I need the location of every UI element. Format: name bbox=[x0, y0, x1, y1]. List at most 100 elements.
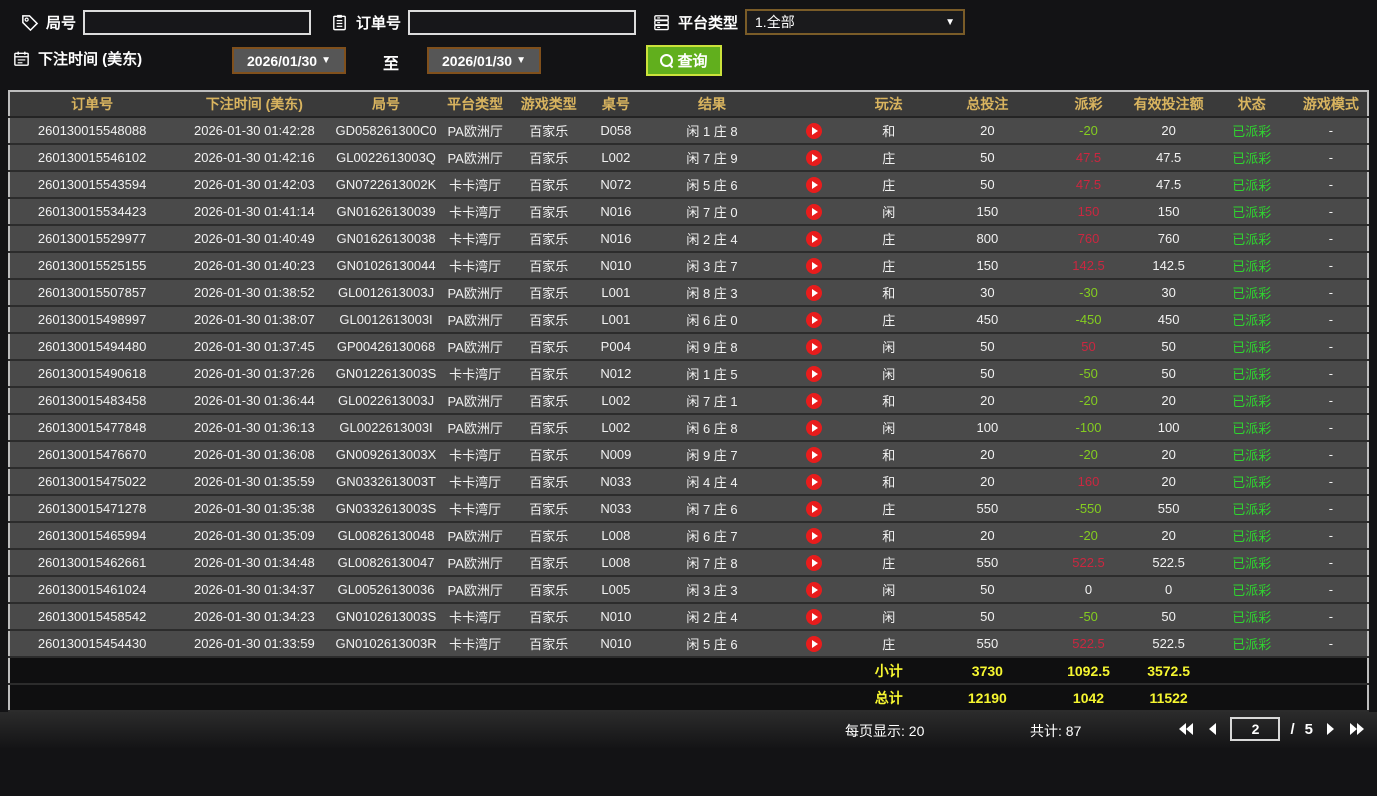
cell-time: 2026-01-30 01:36:44 bbox=[174, 387, 335, 415]
cell-valid-bet: 0 bbox=[1128, 576, 1209, 604]
cell-result: 闲 2 庄 4 bbox=[646, 225, 778, 253]
play-icon[interactable] bbox=[806, 311, 823, 328]
date-to-picker[interactable]: 2026/01/30 ▼ bbox=[427, 47, 541, 74]
cell-icon bbox=[777, 414, 852, 442]
date-to-value: 2026/01/30 bbox=[442, 52, 513, 69]
chevron-down-icon: ▼ bbox=[321, 55, 331, 66]
cell-icon bbox=[777, 117, 852, 145]
cell-bet-type: 闲 bbox=[851, 198, 927, 226]
cell-order: 260130015454430 bbox=[9, 630, 175, 658]
play-icon[interactable] bbox=[806, 176, 823, 193]
col-order: 订单号 bbox=[9, 91, 175, 118]
cell-status: 已派彩 bbox=[1208, 333, 1295, 361]
page-number-input[interactable] bbox=[1230, 717, 1281, 741]
cell-payout: 50 bbox=[1048, 333, 1129, 361]
cell-platform: PA欧洲厅 bbox=[437, 144, 513, 172]
cell-mode: - bbox=[1294, 225, 1368, 253]
cell-bet-type: 和 bbox=[851, 387, 927, 415]
cell-round: GD058261300C0 bbox=[334, 117, 438, 145]
cell-platform: PA欧洲厅 bbox=[437, 414, 513, 442]
cell-table-no: N010 bbox=[584, 603, 647, 631]
cell-valid-bet: 760 bbox=[1128, 225, 1209, 253]
cell-platform: PA欧洲厅 bbox=[437, 279, 513, 307]
cell-bet-type: 闲 bbox=[851, 360, 927, 388]
last-page-icon[interactable] bbox=[1349, 722, 1365, 736]
cell-time: 2026-01-30 01:42:16 bbox=[174, 144, 335, 172]
cell-order: 260130015543594 bbox=[9, 171, 175, 199]
total-row-cell: 12190 bbox=[926, 684, 1049, 712]
cell-round: GN0122613003S bbox=[334, 360, 438, 388]
play-icon[interactable] bbox=[806, 257, 823, 274]
subtotal-row-cell bbox=[512, 657, 585, 685]
cell-round: GL0022613003I bbox=[334, 414, 438, 442]
play-icon[interactable] bbox=[806, 122, 823, 139]
cell-result: 闲 6 庄 0 bbox=[646, 306, 778, 334]
play-icon[interactable] bbox=[806, 581, 823, 598]
date-from-picker[interactable]: 2026/01/30 ▼ bbox=[232, 47, 346, 74]
play-icon[interactable] bbox=[806, 446, 823, 463]
cell-icon bbox=[777, 495, 852, 523]
prev-page-icon[interactable] bbox=[1204, 722, 1220, 736]
cell-platform: 卡卡湾厅 bbox=[437, 495, 513, 523]
total-row-cell: 11522 bbox=[1128, 684, 1209, 712]
play-icon[interactable] bbox=[806, 635, 823, 652]
col-valid-bet: 有效投注额 bbox=[1128, 91, 1209, 118]
cell-status: 已派彩 bbox=[1208, 603, 1295, 631]
next-page-icon[interactable] bbox=[1323, 722, 1339, 736]
cell-game: 百家乐 bbox=[512, 252, 585, 280]
cell-valid-bet: 20 bbox=[1128, 468, 1209, 496]
cell-order: 260130015461024 bbox=[9, 576, 175, 604]
cell-status: 已派彩 bbox=[1208, 576, 1295, 604]
cell-table-no: N033 bbox=[584, 495, 647, 523]
play-icon[interactable] bbox=[806, 419, 823, 436]
cell-time: 2026-01-30 01:36:13 bbox=[174, 414, 335, 442]
cell-mode: - bbox=[1294, 360, 1368, 388]
cell-time: 2026-01-30 01:38:52 bbox=[174, 279, 335, 307]
total-row-cell: 1042 bbox=[1048, 684, 1129, 712]
cell-total-bet: 50 bbox=[926, 576, 1049, 604]
platform-select[interactable]: 1.全部 ▼ bbox=[745, 9, 966, 35]
cell-table-no: L001 bbox=[584, 279, 647, 307]
col-platform: 平台类型 bbox=[437, 91, 513, 118]
cell-table-no: N009 bbox=[584, 441, 647, 469]
cell-result: 闲 7 庄 0 bbox=[646, 198, 778, 226]
cell-bet-type: 庄 bbox=[851, 549, 927, 577]
cell-bet-type: 庄 bbox=[851, 225, 927, 253]
table-row: 260130015490618 2026-01-30 01:37:26 GN0122… bbox=[9, 360, 1368, 388]
col-game-type: 游戏类型 bbox=[512, 91, 585, 118]
play-icon[interactable] bbox=[806, 149, 823, 166]
play-icon[interactable] bbox=[806, 203, 823, 220]
order-input[interactable] bbox=[408, 10, 637, 35]
round-input[interactable] bbox=[83, 10, 312, 35]
cell-payout: 522.5 bbox=[1048, 630, 1129, 658]
cell-valid-bet: 450 bbox=[1128, 306, 1209, 334]
search-button[interactable]: 查询 bbox=[646, 45, 722, 76]
play-icon[interactable] bbox=[806, 365, 823, 382]
cell-result: 闲 8 庄 3 bbox=[646, 279, 778, 307]
table-row: 260130015454430 2026-01-30 01:33:59 GN0102… bbox=[9, 630, 1368, 658]
cell-table-no: N010 bbox=[584, 252, 647, 280]
play-icon[interactable] bbox=[806, 473, 823, 490]
cell-round: GN01026130044 bbox=[334, 252, 438, 280]
subtotal-row-cell bbox=[584, 657, 647, 685]
play-icon[interactable] bbox=[806, 554, 823, 571]
play-icon[interactable] bbox=[806, 284, 823, 301]
cell-payout: 160 bbox=[1048, 468, 1129, 496]
total-count-text: 共计: 87 bbox=[1030, 723, 1082, 739]
play-icon[interactable] bbox=[806, 338, 823, 355]
cell-platform: 卡卡湾厅 bbox=[437, 441, 513, 469]
cell-result: 闲 9 庄 7 bbox=[646, 441, 778, 469]
table-row: 260130015525155 2026-01-30 01:40:23 GN0102… bbox=[9, 252, 1368, 280]
play-icon[interactable] bbox=[806, 230, 823, 247]
bet-time-label: 下注时间 (美东) bbox=[38, 51, 143, 68]
cell-result: 闲 7 庄 1 bbox=[646, 387, 778, 415]
cell-platform: 卡卡湾厅 bbox=[437, 603, 513, 631]
cell-bet-type: 和 bbox=[851, 522, 927, 550]
cell-platform: 卡卡湾厅 bbox=[437, 360, 513, 388]
play-icon[interactable] bbox=[806, 500, 823, 517]
first-page-icon[interactable] bbox=[1178, 722, 1194, 736]
play-icon[interactable] bbox=[806, 527, 823, 544]
play-icon[interactable] bbox=[806, 608, 823, 625]
play-icon[interactable] bbox=[806, 392, 823, 409]
cell-order: 260130015483458 bbox=[9, 387, 175, 415]
